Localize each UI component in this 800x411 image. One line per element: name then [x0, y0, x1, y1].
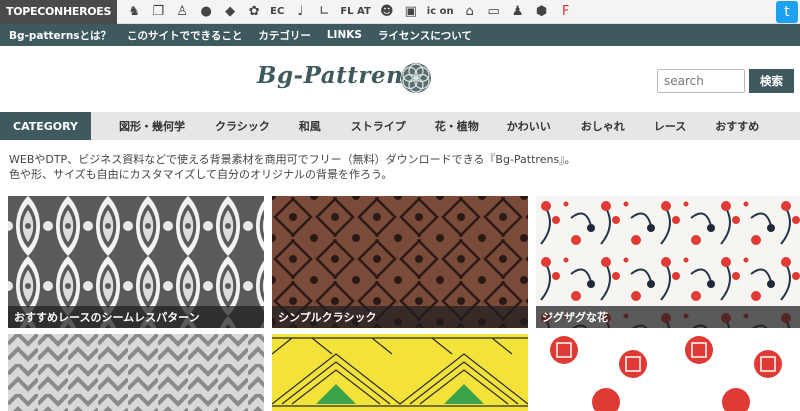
speech-icon[interactable]: ●	[195, 1, 217, 23]
category-bar: CATEGORY 図形・幾何学 クラシック 和風 ストライプ 花・植物 かわいい…	[0, 112, 800, 140]
flower-icon[interactable]: ✿	[243, 1, 265, 23]
flat-link[interactable]: FL AT	[337, 1, 373, 23]
tile-caption: ジグザグな花	[536, 306, 800, 328]
ec-link[interactable]: EC	[267, 1, 287, 23]
pattern-tile-classic[interactable]: シンプルクラシック	[272, 196, 528, 328]
category-stylish[interactable]: おしゃれ	[581, 118, 625, 134]
face-icon[interactable]: ☻	[376, 1, 398, 23]
emblem-pattern-image	[536, 334, 800, 411]
pattern-tile-emblem[interactable]	[536, 334, 800, 411]
twitter-icon[interactable]: t	[776, 1, 798, 23]
icon-link[interactable]: ic on	[424, 1, 457, 23]
category-geometric[interactable]: 図形・幾何学	[119, 118, 185, 134]
search-button[interactable]: 検索	[749, 69, 794, 93]
person-icon[interactable]: ♙	[171, 1, 193, 23]
ff-icon[interactable]: F	[555, 1, 577, 23]
site-logo[interactable]: Bg-Pattrens	[257, 62, 417, 89]
pattern-tile-zigzag-flower[interactable]: ジグザグな花	[536, 196, 800, 328]
triangle-pattern-image	[272, 334, 528, 411]
nav-license[interactable]: ライセンスについて	[373, 28, 483, 43]
intro-line-1: WEBやDTP、ビジネス資料などで使える背景素材を商用可でフリー（無料）ダウンロ…	[9, 153, 576, 166]
tile-caption: シンプルクラシック	[272, 306, 528, 328]
category-flower[interactable]: 花・植物	[435, 118, 479, 134]
logo-mark-icon[interactable]	[400, 62, 432, 94]
p-icon[interactable]: ▣	[400, 1, 422, 23]
category-cute[interactable]: かわいい	[507, 118, 551, 134]
pattern-tile-lace[interactable]: おすすめレースのシームレスパターン	[8, 196, 264, 328]
paw-icon[interactable]: ◆	[219, 1, 241, 23]
site-header: Bg-Pattrens 検索	[0, 46, 800, 110]
geometric-pattern-image	[8, 334, 264, 411]
horse-icon[interactable]: ♞	[123, 1, 145, 23]
nav-category[interactable]: カテゴリー	[253, 28, 322, 43]
search-input[interactable]	[657, 69, 745, 93]
category-japanese[interactable]: 和風	[299, 118, 321, 134]
nav-about[interactable]: Bg-patternsとは？	[4, 28, 122, 43]
nav-links[interactable]: LINKS	[322, 29, 373, 41]
pattern-tile-triangles[interactable]	[272, 334, 528, 411]
building-icon[interactable]: ⌂	[459, 1, 481, 23]
category-recommended[interactable]: おすすめ	[715, 118, 759, 134]
line-icon[interactable]: ∟	[313, 1, 335, 23]
site-nav: Bg-patternsとは？ このサイトでできること カテゴリー LINKS ラ…	[0, 24, 800, 46]
person-box-icon[interactable]: ♟	[507, 1, 529, 23]
intro-line-2: 色や形、サイズも自由にカスタマイズして自分のオリジナルの背景を作ろう。	[9, 168, 393, 181]
hexagon-icon[interactable]: ⬢	[531, 1, 553, 23]
category-heading: CATEGORY	[0, 112, 91, 140]
network-brand-link[interactable]: TOPECONHEROES	[0, 0, 118, 24]
network-bar: TOPECONHEROES ♞ ❐ ♙ ● ◆ ✿ EC ♩ ∟ FL AT ☻…	[0, 0, 800, 24]
bed-icon[interactable]: ▭	[483, 1, 505, 23]
tile-caption: おすすめレースのシームレスパターン	[8, 306, 264, 328]
category-stripe[interactable]: ストライプ	[351, 118, 406, 134]
pattern-tile-geometric[interactable]	[8, 334, 264, 411]
music-note-icon[interactable]: ♩	[289, 1, 311, 23]
intro-text: WEBやDTP、ビジネス資料などで使える背景素材を商用可でフリー（無料）ダウンロ…	[9, 152, 576, 182]
copy-icon[interactable]: ❐	[147, 1, 169, 23]
category-lace[interactable]: レース	[654, 118, 686, 134]
nav-features[interactable]: このサイトでできること	[122, 28, 253, 43]
category-classic[interactable]: クラシック	[215, 118, 270, 134]
